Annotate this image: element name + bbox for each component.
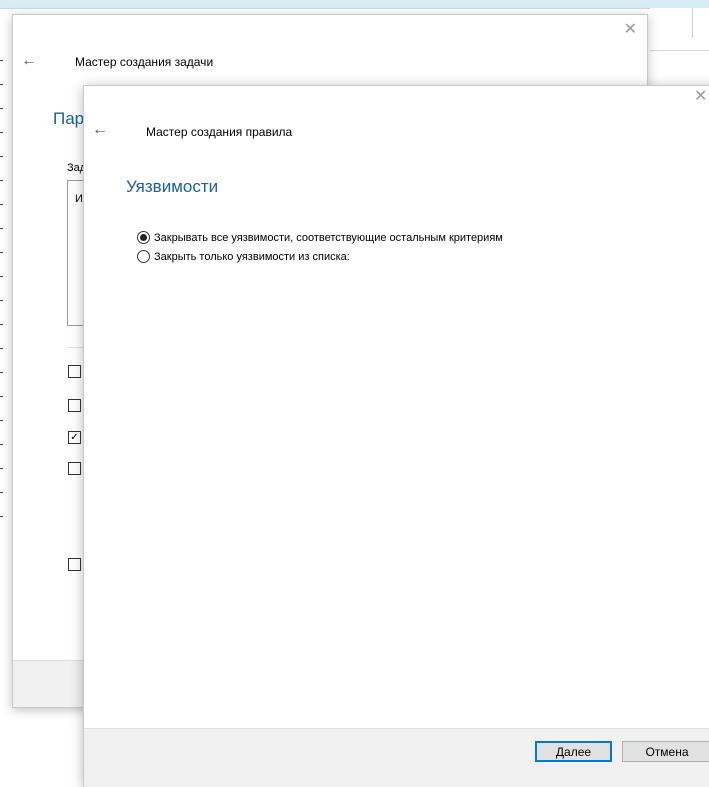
window-title: Мастер создания правила (146, 125, 293, 139)
arrow-left-icon[interactable]: ← (21, 52, 37, 70)
textbox-value: И (75, 193, 83, 205)
window-footer: Далее Отмена (84, 728, 709, 787)
option-checkbox[interactable] (68, 462, 81, 475)
radio-label: Закрывать все уязвимости, соответствующи… (154, 231, 503, 244)
option-checkbox[interactable] (68, 558, 81, 571)
arrow-left-icon[interactable]: ← (92, 121, 108, 139)
background-title-strip (0, 0, 709, 9)
close-icon[interactable]: ✕ (694, 86, 707, 106)
radio-selected-icon (137, 231, 150, 244)
rule-wizard-window: ✕ ← Мастер создания правила Уязвимости З… (83, 85, 709, 787)
checkmark-icon: ✓ (70, 432, 79, 443)
background-divider (650, 50, 709, 51)
radio-close-all[interactable]: Закрывать все уязвимости, соответствующи… (137, 231, 503, 244)
section-heading: Уязвимости (126, 177, 219, 196)
cancel-button[interactable]: Отмена (622, 741, 709, 762)
next-button[interactable]: Далее (535, 741, 612, 762)
background-dotted-edge (0, 60, 3, 540)
radio-label: Закрыть только уязвимости из списка: (154, 250, 350, 263)
section-heading: Пар (53, 109, 85, 128)
radio-close-from-list[interactable]: Закрыть только уязвимости из списка: (137, 250, 350, 263)
option-checkbox[interactable] (68, 365, 81, 378)
background-divider (692, 8, 693, 38)
close-icon[interactable]: ✕ (624, 19, 637, 39)
option-checkbox[interactable] (68, 399, 81, 412)
option-checkbox[interactable]: ✓ (68, 431, 81, 444)
background-window-fragment (650, 8, 709, 88)
radio-unselected-icon (137, 250, 150, 263)
window-title: Мастер создания задачи (75, 55, 214, 69)
